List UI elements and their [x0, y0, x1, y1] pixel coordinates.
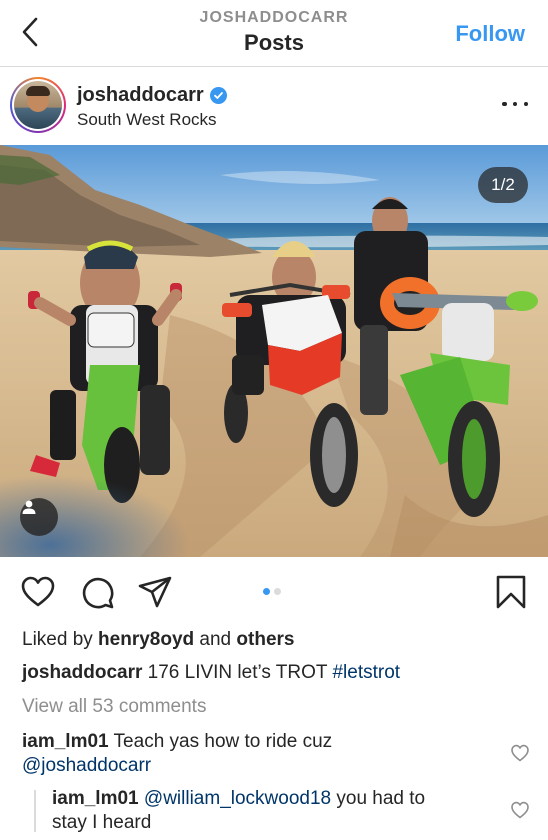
comment-text: you had to — [331, 788, 426, 809]
avatar — [14, 81, 62, 129]
post-photo[interactable]: 1/2 — [0, 145, 548, 557]
comment-username[interactable]: iam_lm01 — [52, 788, 139, 809]
comment-button[interactable] — [79, 574, 115, 610]
media-counter: 1/2 — [478, 167, 528, 203]
follow-button[interactable]: Follow — [455, 21, 525, 47]
liked-by-user[interactable]: henry8oyd — [98, 629, 194, 650]
liked-by-others[interactable]: others — [236, 629, 294, 650]
paper-plane-icon — [138, 576, 172, 608]
comment-mention[interactable]: @joshaddocarr — [22, 755, 151, 776]
comment-mention[interactable]: @william_lockwood18 — [144, 788, 331, 809]
comment-username[interactable]: iam_lm01 — [22, 731, 109, 752]
comment-reply-item: iam_lm01 @william_lockwood18 you had to … — [52, 787, 492, 835]
caption-text: 176 LIVIN let’s TROT — [142, 662, 333, 683]
top-bar: JOSHADDOCARR Posts Follow — [0, 0, 548, 67]
comment-text: Teach yas how to ride cuz — [108, 731, 333, 752]
comment-like-heart-icon[interactable] — [510, 743, 530, 763]
comment-text-continued: stay I heard — [52, 812, 152, 833]
bookmark-icon — [496, 575, 526, 609]
post-location[interactable]: South West Rocks — [77, 110, 217, 130]
post-header: joshaddocarr South West Rocks — [0, 68, 548, 145]
heart-icon — [21, 576, 55, 607]
carousel-dot-active — [263, 588, 270, 595]
post-username-text: joshaddocarr — [77, 84, 204, 106]
likes-line: Liked by henry8oyd and others — [22, 629, 295, 650]
caption-username[interactable]: joshaddocarr — [22, 662, 142, 683]
caption-hashtag[interactable]: #letstrot — [332, 662, 400, 683]
post-caption: joshaddocarr 176 LIVIN let’s TROT #letst… — [22, 662, 400, 684]
save-button[interactable] — [493, 574, 529, 610]
carousel-indicator — [263, 588, 281, 595]
post-username[interactable]: joshaddocarr — [77, 84, 227, 107]
more-options-icon[interactable] — [502, 94, 528, 114]
share-button[interactable] — [137, 574, 173, 610]
beach-motorbikes-image — [0, 145, 548, 557]
like-button[interactable] — [20, 574, 56, 610]
comment-bubble-icon — [82, 577, 114, 609]
reply-thread-line — [34, 790, 36, 832]
view-all-comments-link[interactable]: View all 53 comments — [22, 696, 206, 718]
verified-badge-icon — [209, 87, 227, 104]
comment-item: iam_lm01 Teach yas how to ride cuz @josh… — [22, 730, 502, 778]
post-actions — [0, 557, 548, 627]
carousel-dot — [274, 588, 281, 595]
comment-like-heart-icon[interactable] — [510, 800, 530, 820]
person-tag-icon[interactable] — [20, 498, 58, 536]
story-ring[interactable] — [10, 77, 66, 133]
